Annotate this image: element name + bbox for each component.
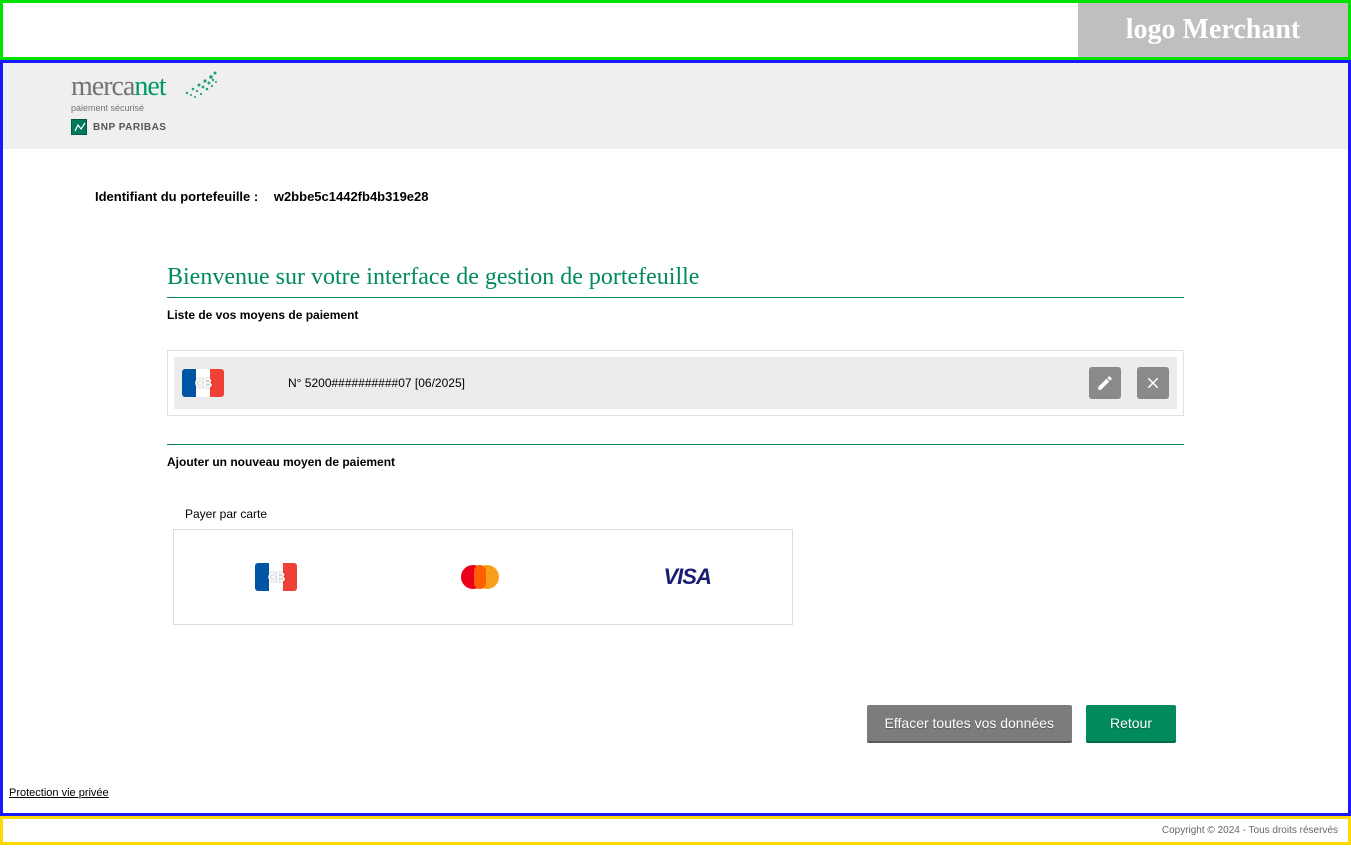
edit-card-button[interactable] [1089, 367, 1121, 399]
top-banner: logo Merchant [0, 0, 1351, 60]
button-row: Effacer toutes vos données Retour [167, 705, 1184, 743]
content-wrap: Identifiant du portefeuille : w2bbe5c144… [3, 149, 1348, 813]
add-heading: Ajouter un nouveau moyen de paiement [167, 455, 1184, 469]
mercanet-logo: mercanet paiement sécurisé BNP PARIBAS [71, 73, 221, 135]
brand-subtitle: paiement sécurisé [71, 103, 221, 113]
header-bar: mercanet paiement sécurisé BNP PARIBAS [3, 63, 1348, 149]
title-divider [167, 297, 1184, 298]
dots-decoration-icon [181, 67, 221, 101]
back-button[interactable]: Retour [1086, 705, 1176, 743]
merchant-logo: logo Merchant [1078, 3, 1348, 57]
pencil-icon [1096, 374, 1114, 392]
privacy-link[interactable]: Protection vie privée [3, 787, 109, 803]
cb-payment-option[interactable]: CB [255, 563, 297, 591]
payment-options: CB VISA [173, 529, 793, 625]
wallet-id-value: w2bbe5c1442fb4b319e28 [274, 189, 429, 204]
main-content-area: mercanet paiement sécurisé BNP PARIBAS I… [0, 60, 1351, 816]
bank-name: BNP PARIBAS [93, 122, 166, 133]
visa-payment-option[interactable]: VISA [664, 564, 711, 590]
pay-by-card-label: Payer par carte [185, 507, 1184, 521]
cb-card-icon: CB [182, 369, 224, 397]
brand-accent: net [134, 71, 165, 102]
mid-divider [167, 444, 1184, 445]
list-heading: Liste de vos moyens de paiement [167, 308, 1184, 322]
brand-main: merca [71, 71, 134, 102]
page-title: Bienvenue sur votre interface de gestion… [167, 264, 1184, 291]
card-list: CB N° 5200##########07 [06/2025] [167, 350, 1184, 416]
card-row: CB N° 5200##########07 [06/2025] [174, 357, 1177, 409]
footer: Copyright © 2024 - Tous droits réservés [0, 816, 1351, 845]
wallet-id-row: Identifiant du portefeuille : w2bbe5c144… [3, 189, 1348, 204]
bank-row: BNP PARIBAS [71, 119, 221, 135]
inner-content: Bienvenue sur votre interface de gestion… [3, 264, 1348, 743]
delete-card-button[interactable] [1137, 367, 1169, 399]
close-icon [1144, 374, 1162, 392]
bnp-icon [71, 119, 87, 135]
card-masked-number: N° 5200##########07 [06/2025] [240, 376, 1073, 390]
wallet-id-label: Identifiant du portefeuille : [95, 189, 258, 204]
mastercard-payment-option[interactable] [459, 563, 501, 591]
copyright-text: Copyright © 2024 - Tous droits réservés [1162, 825, 1338, 836]
erase-data-button[interactable]: Effacer toutes vos données [867, 705, 1072, 743]
